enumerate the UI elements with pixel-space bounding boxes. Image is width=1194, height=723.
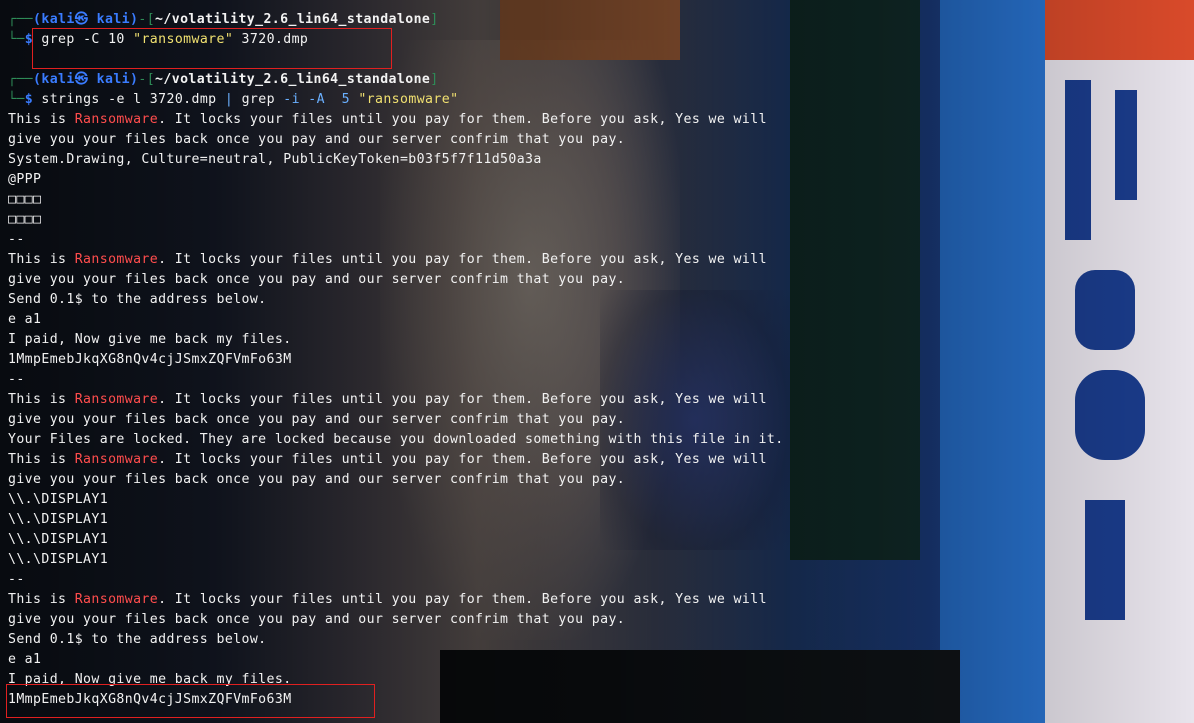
prompt-box-bottom-left: └─ [8, 32, 25, 47]
command-line-2[interactable]: └─$ strings -e l 3720.dmp | grep -i -A 5… [8, 90, 458, 110]
prompt-bracket-close: ] [430, 72, 439, 87]
output-line: e a1 [8, 312, 42, 327]
output-line: -- [8, 572, 25, 587]
match-suffix: . It locks your files until you pay for … [158, 252, 767, 267]
prompt-dollar: $ [24, 92, 42, 107]
match-keyword: Ransomware [74, 392, 159, 407]
output-line: give you your files back once you pay an… [8, 132, 626, 147]
match-prefix: This is [8, 392, 75, 407]
output-line: \\.\DISPLAY1 [8, 552, 109, 567]
output-line: give you your files back once you pay an… [8, 412, 626, 427]
output-line: give you your files back once you pay an… [8, 272, 626, 287]
output-line: Send 0.1$ to the address below. [8, 632, 267, 647]
output-line: -- [8, 372, 25, 387]
terminal-window[interactable]: ┌──(kali㉿ kali)-[~/volatility_2.6_lin64_… [0, 0, 1194, 723]
command-name: strings [41, 92, 100, 107]
output-line: System.Drawing, Culture=neutral, PublicK… [8, 152, 542, 167]
output-line-match: This is Ransomware. It locks your files … [8, 450, 767, 470]
output-line: Your Files are locked. They are locked b… [8, 432, 784, 447]
output-line: Send 0.1$ to the address below. [8, 292, 267, 307]
prompt-header-1: ┌──(kali㉿ kali)-[~/volatility_2.6_lin64_… [8, 10, 439, 30]
command-args: -e l 3720.dmp [108, 92, 217, 107]
output-line: \\.\DISPLAY1 [8, 532, 109, 547]
prompt-header-2: ┌──(kali㉿ kali)-[~/volatility_2.6_lin64_… [8, 70, 439, 90]
prompt-box-top-left: ┌── [8, 72, 34, 87]
match-keyword: Ransomware [74, 452, 159, 467]
prompt-bracket-close: ] [430, 12, 439, 27]
match-suffix: . It locks your files until you pay for … [158, 592, 767, 607]
output-line: -- [8, 232, 25, 247]
match-keyword: Ransomware [74, 112, 159, 127]
match-prefix: This is [8, 452, 75, 467]
prompt-box-top-left: ┌── [8, 12, 34, 27]
output-line: I paid, Now give me back my files. [8, 332, 292, 347]
output-line: e a1 [8, 652, 42, 667]
output-line-match: This is Ransomware. It locks your files … [8, 110, 767, 130]
prompt-box-bottom-left: └─ [8, 92, 25, 107]
match-prefix: This is [8, 592, 75, 607]
prompt-cwd: ~/volatility_2.6_lin64_standalone [155, 12, 431, 27]
command-options: -i -A 5 [283, 92, 350, 107]
output-line-match: This is Ransomware. It locks your files … [8, 590, 767, 610]
output-line: □□□□ [8, 212, 42, 227]
command-pipe: | [224, 92, 234, 107]
command-name-2: grep [241, 92, 275, 107]
prompt-separator: -[ [138, 12, 156, 27]
match-keyword: Ransomware [74, 252, 159, 267]
match-suffix: . It locks your files until you pay for … [158, 452, 767, 467]
annotation-box-command [32, 28, 392, 69]
output-line: □□□□ [8, 192, 42, 207]
prompt-user-host: (kali㉿ kali) [33, 72, 139, 87]
prompt-user-host: (kali㉿ kali) [33, 12, 139, 27]
match-prefix: This is [8, 252, 75, 267]
prompt-cwd: ~/volatility_2.6_lin64_standalone [155, 72, 431, 87]
annotation-box-address [6, 684, 375, 718]
output-line: 1MmpEmebJkqXG8nQv4cjJSmxZQFVmFo63M [8, 352, 292, 367]
match-keyword: Ransomware [74, 592, 159, 607]
output-line-match: This is Ransomware. It locks your files … [8, 250, 767, 270]
output-line-match: This is Ransomware. It locks your files … [8, 390, 767, 410]
output-line: give you your files back once you pay an… [8, 612, 626, 627]
output-line: \\.\DISPLAY1 [8, 512, 109, 527]
match-suffix: . It locks your files until you pay for … [158, 392, 767, 407]
command-string-arg: "ransomware" [358, 92, 459, 107]
output-line: \\.\DISPLAY1 [8, 492, 109, 507]
output-line: give you your files back once you pay an… [8, 472, 626, 487]
prompt-separator: -[ [138, 72, 156, 87]
match-prefix: This is [8, 112, 75, 127]
match-suffix: . It locks your files until you pay for … [158, 112, 767, 127]
output-line: @PPP [8, 172, 42, 187]
